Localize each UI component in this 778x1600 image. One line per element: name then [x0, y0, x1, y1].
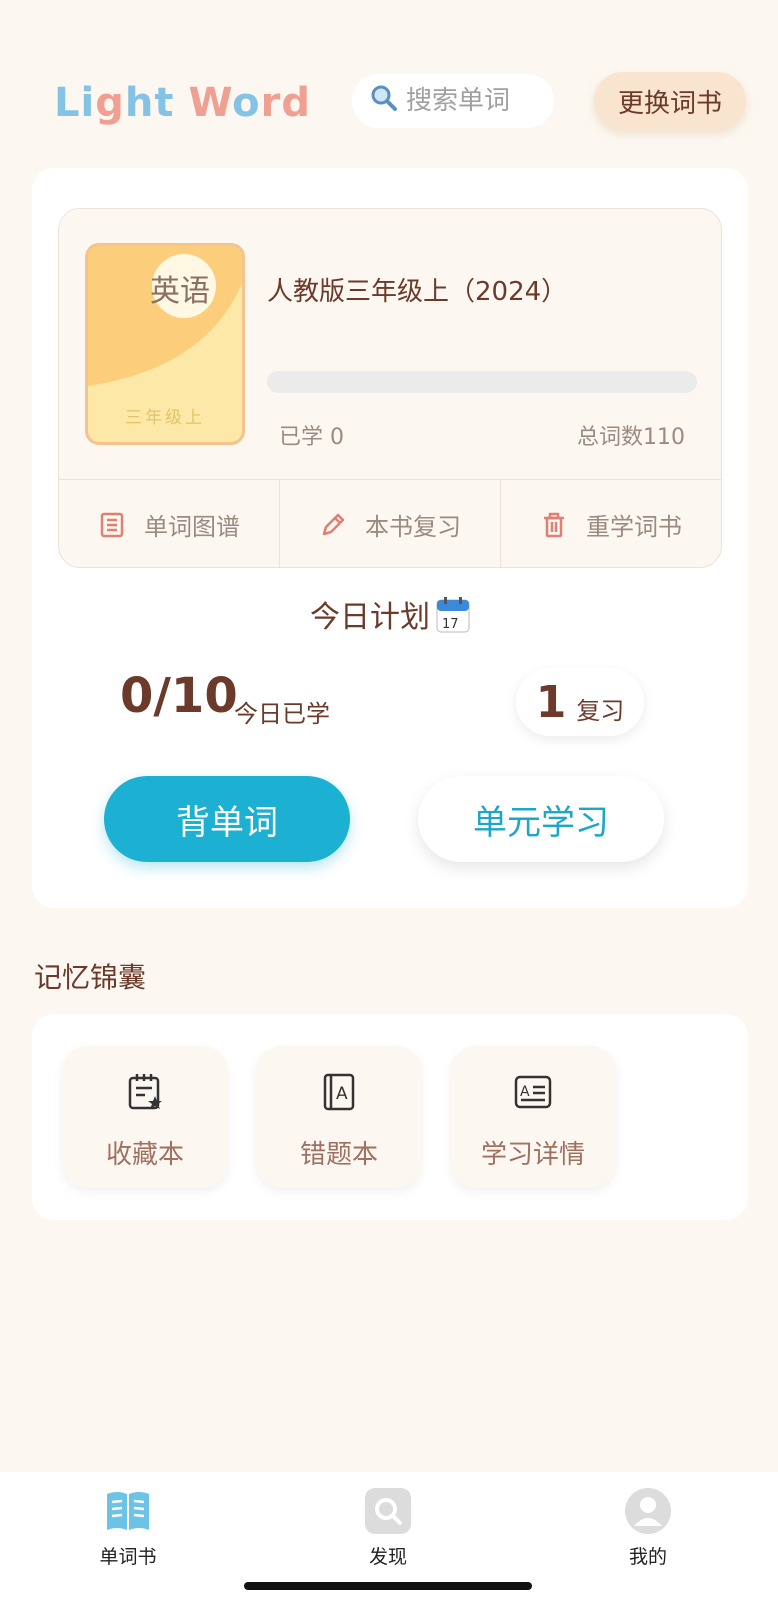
search-bar[interactable] [352, 74, 554, 128]
review-count: 1 [535, 676, 567, 728]
review-button[interactable]: 1 复习 [516, 668, 644, 736]
list-icon [100, 512, 124, 537]
pencil-icon [322, 513, 345, 535]
nav-profile[interactable]: 我的 [588, 1486, 708, 1569]
search-icon [370, 84, 398, 119]
nav-profile-label: 我的 [628, 1546, 667, 1568]
study-details-tile[interactable]: A 学习详情 [450, 1046, 616, 1188]
nav-wordbook[interactable]: 单词书 [68, 1486, 188, 1569]
book-review-button[interactable]: 本书复习 [280, 480, 501, 567]
unit-study-button[interactable]: 单元学习 [418, 776, 664, 862]
search-input[interactable] [406, 86, 536, 116]
svg-text:A: A [520, 1084, 530, 1100]
favorites-label: 收藏本 [105, 1140, 184, 1170]
word-map-button[interactable]: 单词图谱 [59, 480, 280, 567]
memory-tools-card: 收藏本 A 错题本 A 学习详情 [32, 1014, 748, 1220]
calendar-icon: 17 [436, 596, 470, 641]
memorize-words-button[interactable]: 背单词 [104, 776, 350, 862]
cover-title: 英语 [150, 274, 210, 309]
cover-grade: 三年级上 [125, 408, 205, 428]
svg-text:17: 17 [442, 617, 459, 632]
memory-section-title: 记忆锦囊 [34, 961, 147, 994]
book-info[interactable]: 英语 三年级上 人教版三年级上（2024） 已学 0 总词数110 单词图谱 本… [58, 208, 722, 568]
book-actions: 单词图谱 本书复习 重学词书 [59, 479, 721, 567]
trash-icon [544, 512, 564, 537]
nav-discover-label: 发现 [368, 1546, 407, 1568]
total-words: 总词数110 [577, 425, 685, 450]
search-icon [365, 1488, 411, 1534]
relearn-book-label: 重学词书 [586, 513, 682, 541]
today-plan-label: 今日计划 [310, 600, 430, 635]
today-count: 0/10 [120, 668, 238, 724]
word-map-label: 单词图谱 [144, 513, 240, 541]
book-a-icon: A [323, 1073, 355, 1111]
mistakes-label: 错题本 [299, 1140, 378, 1170]
home-indicator [244, 1582, 532, 1590]
notebook-star-icon [128, 1074, 162, 1110]
nav-wordbook-label: 单词书 [99, 1546, 157, 1568]
app-logo: Light Word [54, 80, 311, 126]
mistakes-tile[interactable]: A 错题本 [256, 1046, 422, 1188]
svg-text:A: A [336, 1084, 348, 1104]
learned-count: 已学 0 [279, 425, 344, 450]
relearn-book-button[interactable]: 重学词书 [501, 480, 721, 567]
book-cover[interactable]: 英语 三年级上 [85, 243, 245, 445]
change-book-button[interactable]: 更换词书 [594, 72, 746, 130]
study-details-label: 学习详情 [480, 1140, 585, 1170]
today-plan-title: 今日计划 17 [32, 592, 748, 641]
book-title: 人教版三年级上（2024） [267, 277, 568, 307]
progress-bar [267, 371, 697, 393]
header: LightWord 更换词书 [0, 72, 778, 132]
profile-icon [625, 1488, 671, 1534]
today-learned-label: 今日已学 [234, 700, 330, 728]
review-label: 复习 [576, 696, 625, 725]
favorites-tile[interactable]: 收藏本 [62, 1046, 228, 1188]
bottom-nav: 单词书 发现 我的 [0, 1472, 778, 1600]
document-list-icon: A [514, 1075, 552, 1109]
current-book-card: 英语 三年级上 人教版三年级上（2024） 已学 0 总词数110 单词图谱 本… [32, 168, 748, 908]
book-review-label: 本书复习 [365, 513, 461, 541]
nav-discover[interactable]: 发现 [328, 1486, 448, 1569]
open-book-icon [107, 1492, 149, 1530]
